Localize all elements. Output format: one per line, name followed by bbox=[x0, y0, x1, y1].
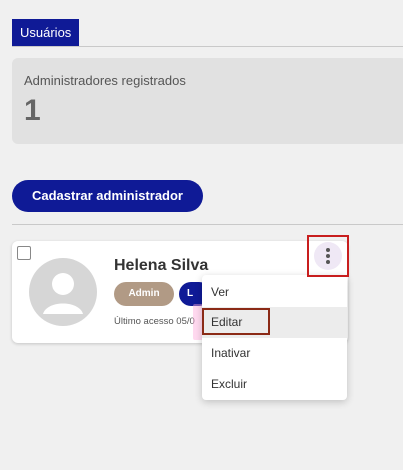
section-divider bbox=[12, 224, 403, 225]
select-user-checkbox[interactable] bbox=[17, 246, 31, 260]
tab-usuarios[interactable]: Usuários bbox=[12, 19, 80, 47]
menu-item-editar[interactable]: Editar bbox=[202, 307, 347, 338]
user-avatar-icon bbox=[29, 258, 97, 326]
user-actions-button[interactable] bbox=[307, 235, 349, 277]
admin-count-value: 1 bbox=[24, 94, 41, 127]
admin-count-label: Administradores registrados bbox=[24, 73, 186, 88]
more-vertical-icon bbox=[314, 242, 342, 270]
menu-item-inativar[interactable]: Inativar bbox=[202, 338, 347, 369]
role-badge: Admin bbox=[114, 282, 174, 306]
admin-count-card: Administradores registrados 1 bbox=[12, 58, 403, 144]
menu-item-excluir[interactable]: Excluir bbox=[202, 369, 347, 400]
tab-underline bbox=[12, 46, 403, 47]
last-access-text: Último acesso 05/0 bbox=[114, 316, 195, 327]
register-admin-button[interactable]: Cadastrar administrador bbox=[12, 180, 203, 212]
user-context-menu: Ver Editar Inativar Excluir bbox=[202, 275, 347, 400]
menu-item-ver[interactable]: Ver bbox=[202, 277, 347, 308]
user-name: Helena Silva bbox=[114, 257, 209, 274]
